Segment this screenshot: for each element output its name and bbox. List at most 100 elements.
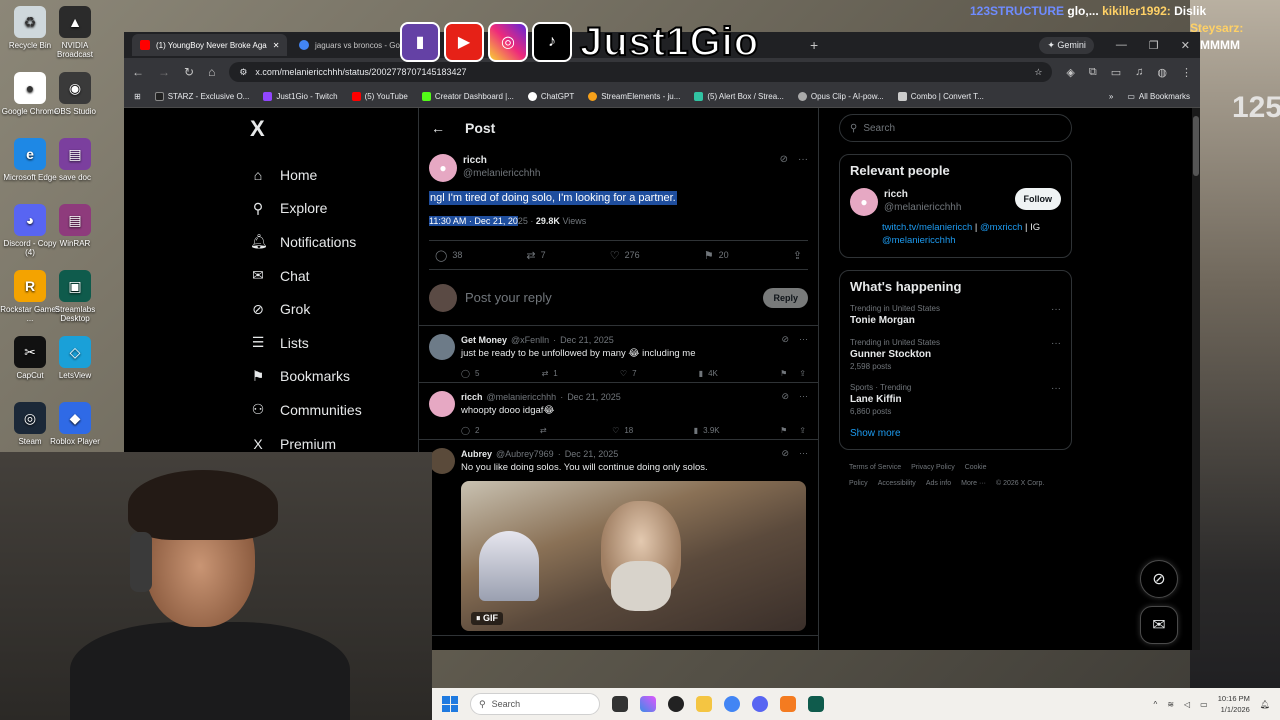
footer-link[interactable]: Privacy Policy bbox=[911, 464, 955, 471]
forward-icon[interactable]: → bbox=[158, 65, 170, 79]
gemini-button[interactable]: ✦ Gemini bbox=[1039, 36, 1094, 54]
more-options-icon[interactable]: ··· bbox=[798, 154, 808, 165]
bookmark-item[interactable]: StreamElements - ju... bbox=[588, 92, 680, 101]
footer-link[interactable]: Ads info bbox=[926, 480, 951, 487]
avatar[interactable] bbox=[429, 391, 455, 417]
display-name[interactable]: Get Money bbox=[461, 335, 507, 345]
trend-item[interactable]: Sports · Trending Lane Kiffin 6,860 posts ·… bbox=[850, 383, 1061, 416]
page-scrollbar[interactable] bbox=[1192, 108, 1200, 650]
nav-item-communities[interactable]: ⚇ Communities bbox=[244, 393, 414, 427]
reply-date[interactable]: Dec 21, 2025 bbox=[560, 335, 614, 345]
more-options-icon[interactable]: ··· bbox=[1051, 383, 1061, 416]
trend-item[interactable]: Trending in United States Tonie Morgan ··· bbox=[850, 304, 1061, 326]
chevron-up-icon[interactable]: ^ bbox=[1154, 700, 1158, 709]
footer-link[interactable]: © 2026 X Corp. bbox=[996, 480, 1044, 487]
views-action[interactable]: ▮ 3.9K bbox=[694, 426, 720, 435]
show-more-link[interactable]: Show more bbox=[850, 428, 1061, 439]
apps-icon[interactable]: ⊞ bbox=[134, 92, 141, 101]
like-action[interactable]: ♡ 7 bbox=[620, 369, 637, 378]
user-handle[interactable]: @melaniericchhh bbox=[884, 201, 1009, 214]
reload-icon[interactable]: ↻ bbox=[184, 65, 194, 79]
desktop-icon[interactable]: ◆ Roblox Player bbox=[45, 402, 105, 446]
reply-date[interactable]: Dec 21, 2025 bbox=[565, 449, 619, 459]
wifi-icon[interactable]: ≋ bbox=[1167, 700, 1174, 709]
scrollbar-thumb[interactable] bbox=[1193, 116, 1199, 176]
bookmark-item[interactable]: Just1Gio - Twitch bbox=[263, 92, 338, 101]
reply-date[interactable]: Dec 21, 2025 bbox=[567, 392, 621, 402]
bookmark-action[interactable]: ⚑ bbox=[780, 426, 787, 435]
nav-item-chat[interactable]: ✉ Chat bbox=[244, 259, 414, 293]
display-name[interactable]: ricch bbox=[463, 154, 774, 167]
bookmark-item[interactable]: Creator Dashboard |... bbox=[421, 92, 514, 101]
trend-item[interactable]: Trending in United States Gunner Stockton… bbox=[850, 338, 1061, 371]
reply-action[interactable]: ◯ 5 bbox=[461, 369, 479, 378]
notifications-icon[interactable]: 🔔︎ bbox=[1260, 700, 1270, 709]
home-icon[interactable]: ⌂ bbox=[208, 65, 215, 79]
display-name[interactable]: ricch bbox=[461, 392, 483, 402]
minimize-icon[interactable]: — bbox=[1116, 39, 1127, 51]
bookmark-item[interactable]: Combo | Convert T... bbox=[897, 92, 984, 101]
avatar[interactable]: ● bbox=[850, 188, 878, 216]
all-bookmarks-button[interactable]: ▭ All Bookmarks bbox=[1127, 92, 1190, 101]
pause-icon[interactable]: ⏸ bbox=[476, 613, 483, 623]
puzzle-icon[interactable]: ⧉ bbox=[1089, 66, 1097, 79]
more-options-icon[interactable]: ··· bbox=[1051, 338, 1061, 371]
avatar[interactable] bbox=[429, 334, 455, 360]
grok-icon[interactable]: ⊘ bbox=[781, 448, 789, 459]
desktop-icon[interactable]: ◉ OBS Studio bbox=[45, 72, 105, 116]
display-name[interactable]: Aubrey bbox=[461, 449, 492, 459]
site-info-icon[interactable]: ⚙ bbox=[239, 67, 247, 78]
app-icon[interactable] bbox=[780, 696, 796, 712]
extension-icon[interactable]: ◈ bbox=[1066, 66, 1074, 79]
share-action[interactable]: ⇪ bbox=[799, 426, 806, 435]
repost-action[interactable]: ⇄ bbox=[540, 426, 552, 435]
bio-link[interactable]: twitch.tv/melaniericch bbox=[882, 222, 972, 233]
grok-icon[interactable]: ⊘ bbox=[781, 334, 789, 345]
more-bookmarks-icon[interactable]: » bbox=[1109, 92, 1113, 101]
back-arrow-icon[interactable]: ← bbox=[431, 120, 445, 136]
avatar[interactable] bbox=[429, 448, 455, 474]
nav-item-bookmarks[interactable]: ⚑ Bookmarks bbox=[244, 360, 414, 394]
nav-item-notifications[interactable]: 🔔︎ Notifications bbox=[244, 225, 414, 259]
share-action[interactable]: ⇪ bbox=[793, 249, 802, 262]
close-window-icon[interactable]: ✕ bbox=[1181, 39, 1190, 52]
file-explorer-icon[interactable] bbox=[696, 696, 712, 712]
desktop-icon[interactable]: ▣ Streamlabs Desktop bbox=[45, 270, 105, 323]
volume-icon[interactable]: ◁ bbox=[1184, 700, 1190, 709]
taskbar-clock[interactable]: 10:16 PM 1/1/2026 bbox=[1218, 693, 1250, 715]
messages-float-button[interactable]: ✉ bbox=[1140, 606, 1178, 644]
x-logo-icon[interactable]: X bbox=[250, 116, 414, 144]
more-options-icon[interactable]: ··· bbox=[799, 391, 808, 402]
desktop-icon[interactable]: ▤ WinRAR bbox=[45, 204, 105, 248]
close-icon[interactable]: ✕ bbox=[273, 41, 280, 50]
reply-action[interactable]: ◯ 38 bbox=[435, 249, 462, 262]
user-handle[interactable]: @Aubrey7969 bbox=[496, 449, 554, 459]
footer-link[interactable]: Accessibility bbox=[878, 480, 916, 487]
bookmark-item[interactable]: Opus Clip - AI-pow... bbox=[797, 92, 884, 101]
search-input[interactable] bbox=[863, 122, 1044, 134]
avatar[interactable]: ● bbox=[429, 154, 457, 182]
bookmark-action[interactable]: ⚑ bbox=[780, 369, 787, 378]
user-handle[interactable]: @xFenlln bbox=[511, 335, 549, 345]
desktop-icon[interactable]: ▤ save doc bbox=[45, 138, 105, 182]
tab-youtube[interactable]: (1) YoungBoy Never Broke Aga ✕ bbox=[132, 34, 287, 56]
grok-icon[interactable]: ⊘ bbox=[781, 391, 789, 402]
grok-icon[interactable]: ⊘ bbox=[780, 154, 788, 165]
battery-icon[interactable]: ▭ bbox=[1200, 700, 1208, 709]
new-tab-icon[interactable]: + bbox=[810, 37, 818, 53]
chrome-icon[interactable] bbox=[724, 696, 740, 712]
task-view-icon[interactable] bbox=[612, 696, 628, 712]
taskbar-search[interactable]: ⚲ Search bbox=[470, 693, 600, 715]
more-options-icon[interactable]: ··· bbox=[1051, 304, 1061, 326]
obs-icon[interactable] bbox=[668, 696, 684, 712]
bookmark-item[interactable]: (5) YouTube bbox=[351, 92, 408, 101]
views-action[interactable]: ▮ 4K bbox=[699, 369, 718, 378]
reply-button[interactable]: Reply bbox=[763, 287, 808, 308]
media-icon[interactable]: ♫ bbox=[1135, 66, 1143, 79]
back-icon[interactable]: ← bbox=[132, 65, 144, 79]
more-options-icon[interactable]: ··· bbox=[799, 334, 808, 345]
bookmark-item[interactable]: ChatGPT bbox=[527, 92, 574, 101]
share-action[interactable]: ⇪ bbox=[799, 369, 806, 378]
sidepanel-icon[interactable]: ▭ bbox=[1111, 66, 1121, 79]
nav-item-grok[interactable]: ⊘ Grok bbox=[244, 292, 414, 326]
